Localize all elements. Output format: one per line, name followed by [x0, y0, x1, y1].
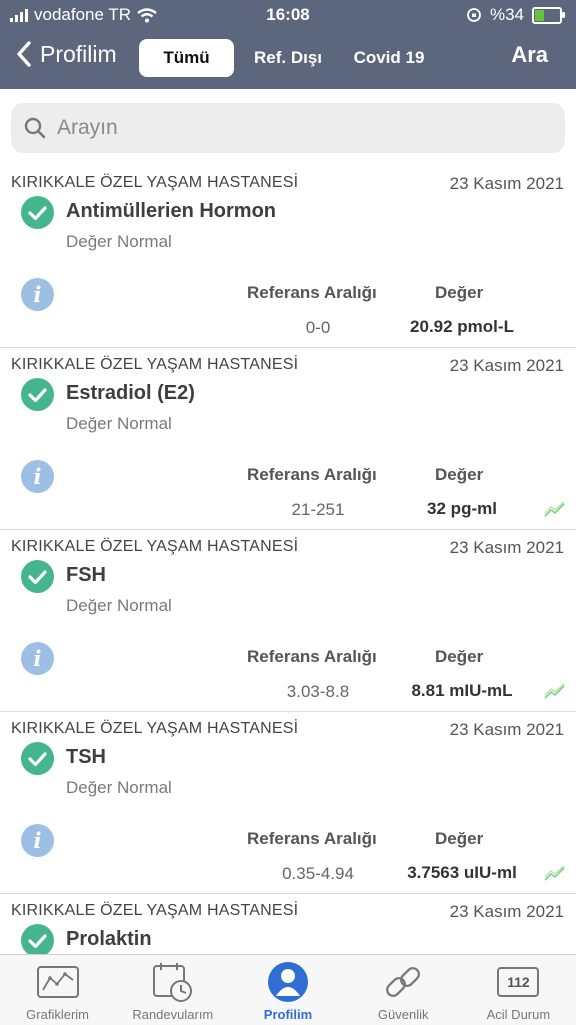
test-status: Değer Normal — [66, 778, 172, 797]
test-name: TSH — [66, 746, 106, 768]
result-date: 23 Kasım 2021 — [449, 720, 564, 739]
reference-range-value: 0-0 — [305, 318, 331, 337]
status-right: %34 — [466, 5, 565, 25]
tab-label: Güvenlik — [377, 1007, 429, 1022]
search-section — [0, 89, 576, 167]
back-label: Profilim — [40, 40, 117, 67]
test-name: Prolaktin — [66, 928, 152, 950]
segment-all[interactable]: Tümü — [139, 39, 234, 77]
tab-bar: Grafiklerim Randevularım Profilim Güvenl… — [0, 954, 576, 1025]
emergency-112-icon: 112 — [497, 967, 540, 997]
top-bar: vodafone TR 16:08 %34 Profilim Tümü Ref. — [0, 0, 576, 89]
nav-bar: Profilim Tümü Ref. Dışı Covid 19 Ara — [0, 34, 576, 86]
test-status: Değer Normal — [66, 232, 172, 251]
reference-range-label: Referans Aralığı — [247, 647, 377, 666]
segment-covid19[interactable]: Covid 19 — [344, 39, 434, 77]
reference-range-label: Referans Aralığı — [247, 465, 377, 484]
tab-label: Grafiklerim — [26, 1007, 90, 1022]
reference-range-value: 21-251 — [291, 500, 345, 519]
value-label: Değer — [435, 647, 484, 666]
reference-range-label: Referans Aralığı — [247, 283, 377, 302]
value-label: Değer — [435, 283, 484, 302]
tab-randevularim[interactable]: Randevularım — [115, 955, 230, 1025]
search-bar[interactable] — [11, 103, 565, 153]
tab-label: Randevularım — [132, 1007, 214, 1022]
test-status: Değer Normal — [66, 414, 172, 433]
info-icon[interactable]: i — [21, 642, 54, 675]
link-icon — [386, 967, 421, 997]
test-name: Estradiol (E2) — [66, 382, 195, 404]
info-icon[interactable]: i — [21, 460, 54, 493]
list-item[interactable]: KIRIKKALE ÖZEL YAŞAM HASTANESİ 23 Kasım … — [0, 348, 576, 530]
result-date: 23 Kasım 2021 — [449, 538, 564, 557]
value-label: Değer — [435, 829, 484, 848]
battery-percent: %34 — [489, 5, 524, 24]
result-date: 23 Kasım 2021 — [449, 356, 564, 375]
hospital-name: KIRIKKALE ÖZEL YAŞAM HASTANESİ — [11, 902, 299, 919]
battery-icon — [532, 6, 565, 24]
test-status: Değer Normal — [66, 596, 172, 615]
check-circle-icon — [21, 560, 54, 593]
trend-chart-icon[interactable] — [544, 501, 566, 519]
search-icon — [24, 117, 46, 139]
check-circle-icon — [21, 924, 54, 954]
result-date: 23 Kasım 2021 — [449, 174, 564, 193]
results-list: KIRIKKALE ÖZEL YAŞAM HASTANESİ 23 Kasım … — [0, 166, 576, 954]
info-icon[interactable]: i — [21, 278, 54, 311]
hospital-name: KIRIKKALE ÖZEL YAŞAM HASTANESİ — [11, 538, 299, 555]
check-circle-icon — [21, 742, 54, 775]
trend-chart-icon[interactable] — [544, 865, 566, 883]
hospital-name: KIRIKKALE ÖZEL YAŞAM HASTANESİ — [11, 356, 299, 373]
hospital-name: KIRIKKALE ÖZEL YAŞAM HASTANESİ — [11, 174, 299, 191]
check-circle-icon — [21, 378, 54, 411]
reference-range-value: 0.35-4.94 — [282, 864, 354, 883]
reference-range-value: 3.03-8.8 — [286, 682, 350, 701]
tab-acil-durum[interactable]: 112 Acil Durum — [461, 955, 576, 1025]
tab-label: Profilim — [263, 1007, 313, 1022]
tab-profilim[interactable]: Profilim — [230, 955, 345, 1025]
chart-icon — [36, 966, 79, 998]
status-bar: vodafone TR 16:08 %34 — [0, 0, 576, 30]
test-name: Antimüllerien Hormon — [66, 200, 277, 222]
hospital-name: KIRIKKALE ÖZEL YAŞAM HASTANESİ — [11, 720, 299, 737]
list-item[interactable]: KIRIKKALE ÖZEL YAŞAM HASTANESİ 23 Kasım … — [0, 712, 576, 894]
test-value: 32 pg-ml — [427, 499, 497, 518]
list-item[interactable]: KIRIKKALE ÖZEL YAŞAM HASTANESİ 23 Kasım … — [0, 530, 576, 712]
test-value: 8.81 mIU-mL — [411, 681, 513, 700]
tab-grafiklerim[interactable]: Grafiklerim — [0, 955, 115, 1025]
value-label: Değer — [435, 465, 484, 484]
result-date: 23 Kasım 2021 — [449, 902, 564, 921]
list-item[interactable]: KIRIKKALE ÖZEL YAŞAM HASTANESİ 23 Kasım … — [0, 166, 576, 348]
list-item[interactable]: KIRIKKALE ÖZEL YAŞAM HASTANESİ 23 Kasım … — [0, 894, 576, 954]
check-circle-icon — [21, 196, 54, 229]
chevron-left-icon — [17, 41, 31, 67]
tab-label: Acil Durum — [486, 1007, 551, 1022]
test-value: 20.92 pmol-L — [410, 317, 514, 336]
test-value: 3.7563 uIU-ml — [407, 863, 517, 882]
test-name: FSH — [66, 564, 106, 586]
info-icon[interactable]: i — [21, 824, 54, 857]
profile-icon — [268, 962, 308, 1002]
back-button[interactable]: Profilim — [14, 40, 117, 68]
calendar-clock-icon — [152, 963, 192, 1002]
orientation-lock-icon — [467, 8, 481, 22]
search-action-button[interactable]: Ara — [511, 42, 548, 68]
segment-out-of-range[interactable]: Ref. Dışı — [244, 39, 332, 77]
trend-chart-icon[interactable] — [544, 683, 566, 701]
tab-guvenlik[interactable]: Güvenlik — [346, 955, 461, 1025]
reference-range-label: Referans Aralığı — [247, 829, 377, 848]
search-input[interactable] — [55, 115, 539, 141]
